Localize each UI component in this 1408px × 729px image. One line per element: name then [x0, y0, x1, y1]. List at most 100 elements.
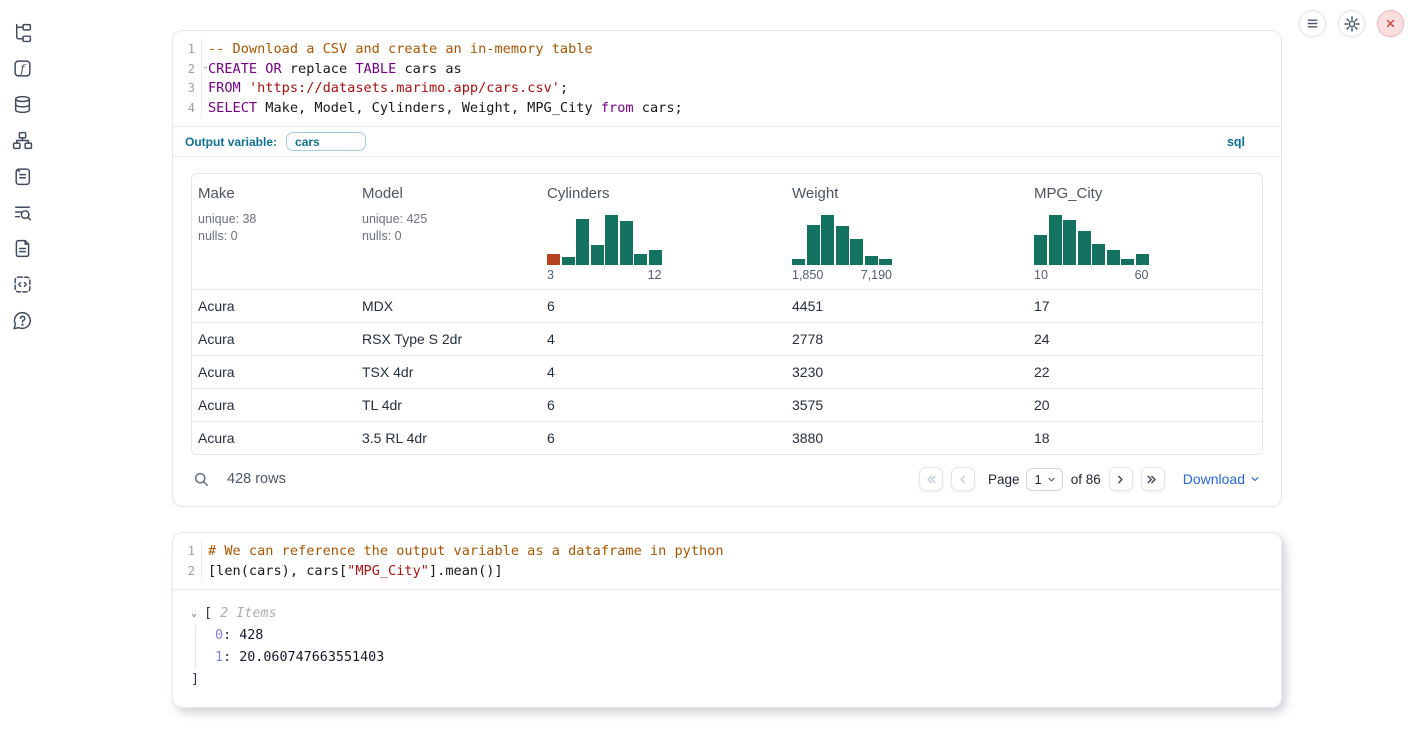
- file-tree-icon: [12, 22, 33, 43]
- help-bubble-icon: [12, 310, 33, 331]
- table-cell: Acura: [192, 356, 356, 388]
- tree-entry: 1: 20.060747663551403: [215, 647, 1265, 669]
- column-name: Model: [362, 185, 535, 202]
- dependency-graph-button[interactable]: [11, 129, 33, 151]
- histogram-bar: [1034, 235, 1047, 265]
- histogram-bar: [634, 254, 647, 265]
- menu-button[interactable]: [1299, 10, 1326, 37]
- first-page-button[interactable]: [919, 467, 943, 491]
- table-cell: 6: [541, 290, 786, 322]
- python-cell-output: ⌄ [ 2 Items 0: 4281: 20.060747663551403 …: [173, 589, 1281, 707]
- logs-button[interactable]: [11, 201, 33, 223]
- collapse-chevron-icon[interactable]: ⌄: [191, 603, 197, 625]
- tree-entry-colon: :: [223, 628, 239, 643]
- histogram-bar: [821, 215, 834, 265]
- table-cell: 3575: [786, 389, 1028, 421]
- stat-unique: unique: 425: [362, 211, 535, 228]
- axis-max-label: 12: [648, 268, 662, 282]
- column-header-model[interactable]: Modelunique: 425nulls: 0: [356, 174, 541, 289]
- stat-nulls: nulls: 0: [198, 228, 350, 245]
- sql-code-editor[interactable]: 1-- Download a CSV and create an in-memo…: [173, 31, 1281, 126]
- table-cell: Acura: [192, 422, 356, 454]
- functions-button[interactable]: f: [11, 57, 33, 79]
- histogram-axis-labels: 3 12: [547, 268, 662, 282]
- page-of-label: of 86: [1071, 472, 1101, 487]
- page-label: Page: [988, 472, 1020, 487]
- output-variable-label: Output variable:: [185, 135, 277, 149]
- next-page-button[interactable]: [1109, 467, 1133, 491]
- database-icon: [12, 94, 33, 115]
- code-text: CREATE OR replace TABLE cars as: [195, 60, 462, 80]
- page-select-value: 1: [1034, 472, 1041, 487]
- search-icon: [193, 471, 210, 488]
- table-header-row: Makeunique: 38nulls: 0 Model unique: 425 nu…: [192, 174, 1262, 289]
- last-page-button[interactable]: [1141, 467, 1165, 491]
- shutdown-button[interactable]: [1377, 10, 1404, 37]
- line-number: 3: [173, 79, 195, 99]
- chevron-right-icon: [1113, 472, 1128, 487]
- column-header-cylinders[interactable]: Cylinders312: [541, 174, 786, 289]
- histogram-bar: [605, 215, 618, 265]
- left-panel-sidebar: f: [0, 0, 44, 729]
- svg-text:f: f: [19, 61, 26, 75]
- histogram-bar: [792, 259, 805, 265]
- column-histogram: 3 12: [547, 215, 662, 282]
- histogram-bar: [1092, 244, 1105, 265]
- snippets-button[interactable]: [11, 273, 33, 295]
- chevron-down-icon: [1046, 474, 1057, 485]
- histogram-bar: [1121, 259, 1134, 265]
- tree-children: 0: 4281: 20.060747663551403: [195, 625, 1265, 669]
- python-cell: 1# We can reference the output variable …: [172, 532, 1282, 708]
- table-cell: 3.5 RL 4dr: [356, 422, 541, 454]
- documentation-button[interactable]: [11, 237, 33, 259]
- table-cell: MDX: [356, 290, 541, 322]
- axis-min-label: 3: [547, 268, 554, 282]
- column-histogram: 1,8507,190: [792, 215, 892, 282]
- column-histogram: 1060: [1034, 215, 1149, 282]
- previous-page-button[interactable]: [951, 467, 975, 491]
- settings-button[interactable]: [1338, 10, 1365, 37]
- code-line[interactable]: 1-- Download a CSV and create an in-memo…: [173, 40, 1281, 60]
- file-explorer-button[interactable]: [11, 21, 33, 43]
- code-line[interactable]: 2[len(cars), cars["MPG_City"].mean()]: [173, 562, 1281, 582]
- histogram-bar: [807, 225, 820, 265]
- table-cell: 22: [1028, 356, 1262, 388]
- column-header-weight[interactable]: Weight1,8507,190: [786, 174, 1028, 289]
- search-button[interactable]: [193, 471, 210, 488]
- data-table: Makeunique: 38nulls: 0 Model unique: 425 nu…: [191, 173, 1263, 455]
- code-line[interactable]: 2⌄CREATE OR replace TABLE cars as: [173, 60, 1281, 80]
- table-cell: 2778: [786, 323, 1028, 355]
- column-header-mpg_city[interactable]: MPG_City1060: [1028, 174, 1262, 289]
- page-select[interactable]: 1: [1026, 468, 1062, 491]
- download-button[interactable]: Download: [1183, 471, 1261, 487]
- tree-entry-key: 0: [215, 628, 223, 643]
- chevrons-right-icon: [1145, 472, 1160, 487]
- table-cell: Acura: [192, 290, 356, 322]
- code-line[interactable]: 1# We can reference the output variable …: [173, 542, 1281, 562]
- tree-entry-key: 1: [215, 650, 223, 665]
- code-box-icon: [12, 274, 33, 295]
- table-cell: 17: [1028, 290, 1262, 322]
- line-number: 2: [173, 562, 195, 582]
- fold-chevron-icon[interactable]: ⌄: [203, 62, 208, 71]
- table-cell: 3230: [786, 356, 1028, 388]
- table-cell: TL 4dr: [356, 389, 541, 421]
- hamburger-icon: [1305, 16, 1320, 31]
- output-variable-input[interactable]: [286, 132, 366, 151]
- code-line[interactable]: 3FROM 'https://datasets.marimo.app/cars.…: [173, 79, 1281, 99]
- code-line[interactable]: 4SELECT Make, Model, Cylinders, Weight, …: [173, 99, 1281, 119]
- line-number: 4: [173, 99, 195, 119]
- line-number: 2⌄: [173, 60, 195, 80]
- line-number: 1: [173, 40, 195, 60]
- scratchpad-button[interactable]: [11, 165, 33, 187]
- python-code-editor[interactable]: 1# We can reference the output variable …: [173, 533, 1281, 589]
- chevron-left-icon: [955, 472, 970, 487]
- code-text: SELECT Make, Model, Cylinders, Weight, M…: [195, 99, 683, 119]
- datasources-button[interactable]: [11, 93, 33, 115]
- histogram-bar: [562, 257, 575, 265]
- table-cell: 24: [1028, 323, 1262, 355]
- histogram-bars: [792, 215, 892, 265]
- help-button[interactable]: [11, 309, 33, 331]
- column-header-make[interactable]: Makeunique: 38nulls: 0: [192, 174, 356, 289]
- histogram-bar: [1063, 220, 1076, 265]
